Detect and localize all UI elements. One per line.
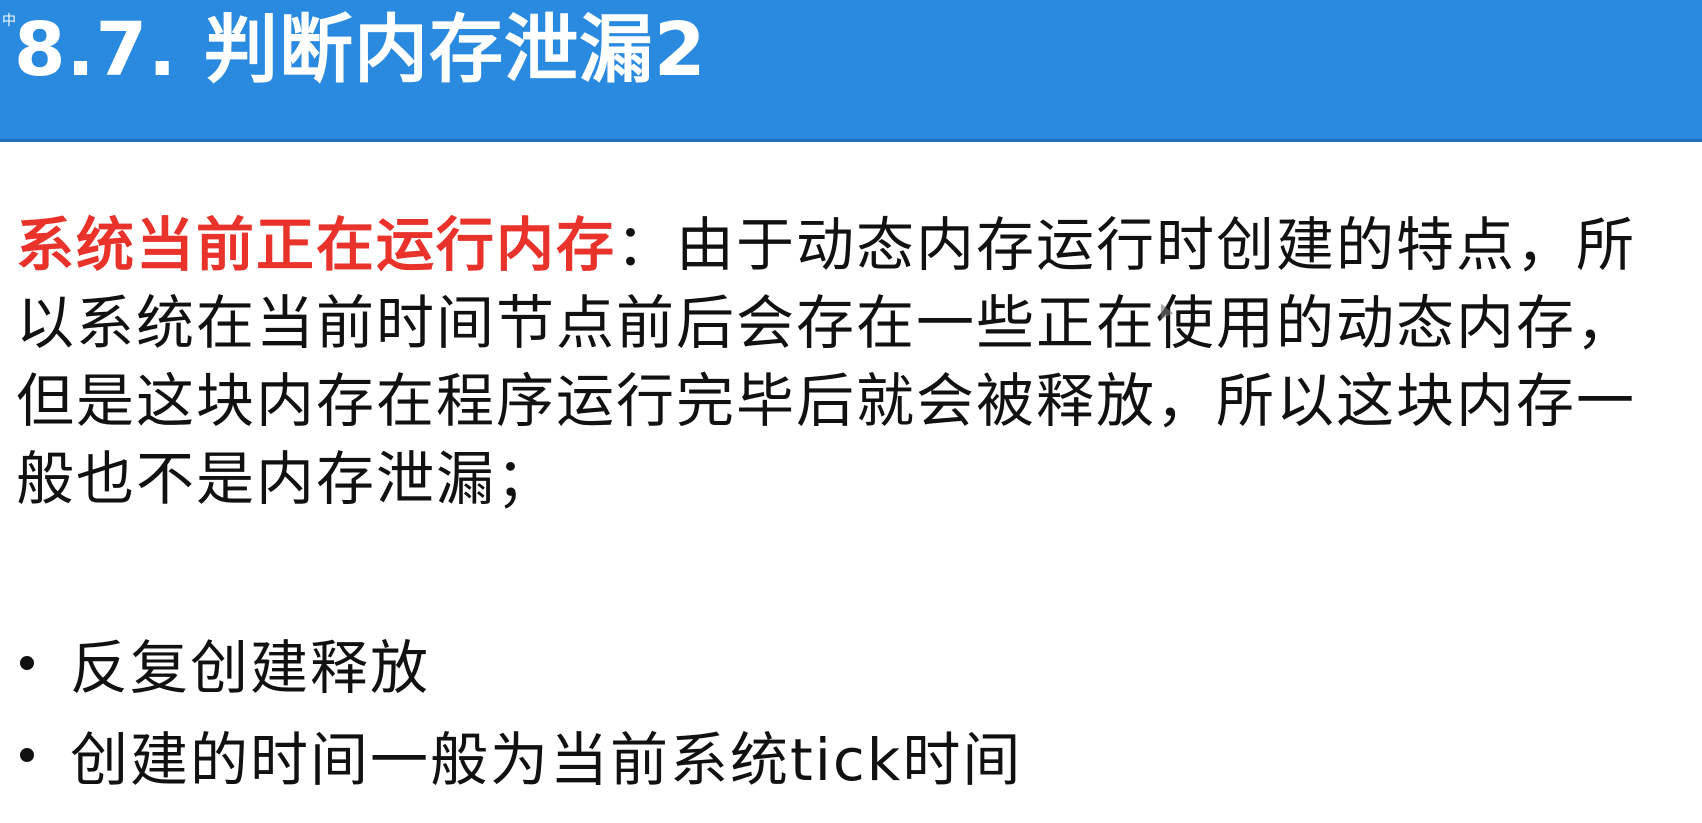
- bullet-list: 反复创建释放 创建的时间一般为当前系统tick时间: [16, 617, 1022, 801]
- term-separator: ：: [616, 211, 677, 279]
- title-bar: 中 8.7. 判断内存泄漏2: [0, 0, 1702, 142]
- bullet-dot-icon: [20, 748, 34, 762]
- bullet-dot-icon: [20, 656, 34, 670]
- slide: 中 8.7. 判断内存泄漏2 系统当前正在运行内存：由于动态内存运行时创建的特点…: [0, 0, 1702, 823]
- description-paragraph: 系统当前正在运行内存：由于动态内存运行时创建的特点，所以系统在当前时间节点前后会…: [16, 206, 1686, 518]
- highlight-term: 系统当前正在运行内存: [16, 211, 617, 279]
- bullet-text: 反复创建释放: [70, 634, 431, 702]
- bullet-item: 创建的时间一般为当前系统tick时间: [16, 709, 1022, 801]
- bullet-item: 反复创建释放: [16, 617, 1022, 709]
- slide-title: 8.7. 判断内存泄漏2: [14, 7, 707, 93]
- bullet-text: 创建的时间一般为当前系统tick时间: [70, 726, 1023, 794]
